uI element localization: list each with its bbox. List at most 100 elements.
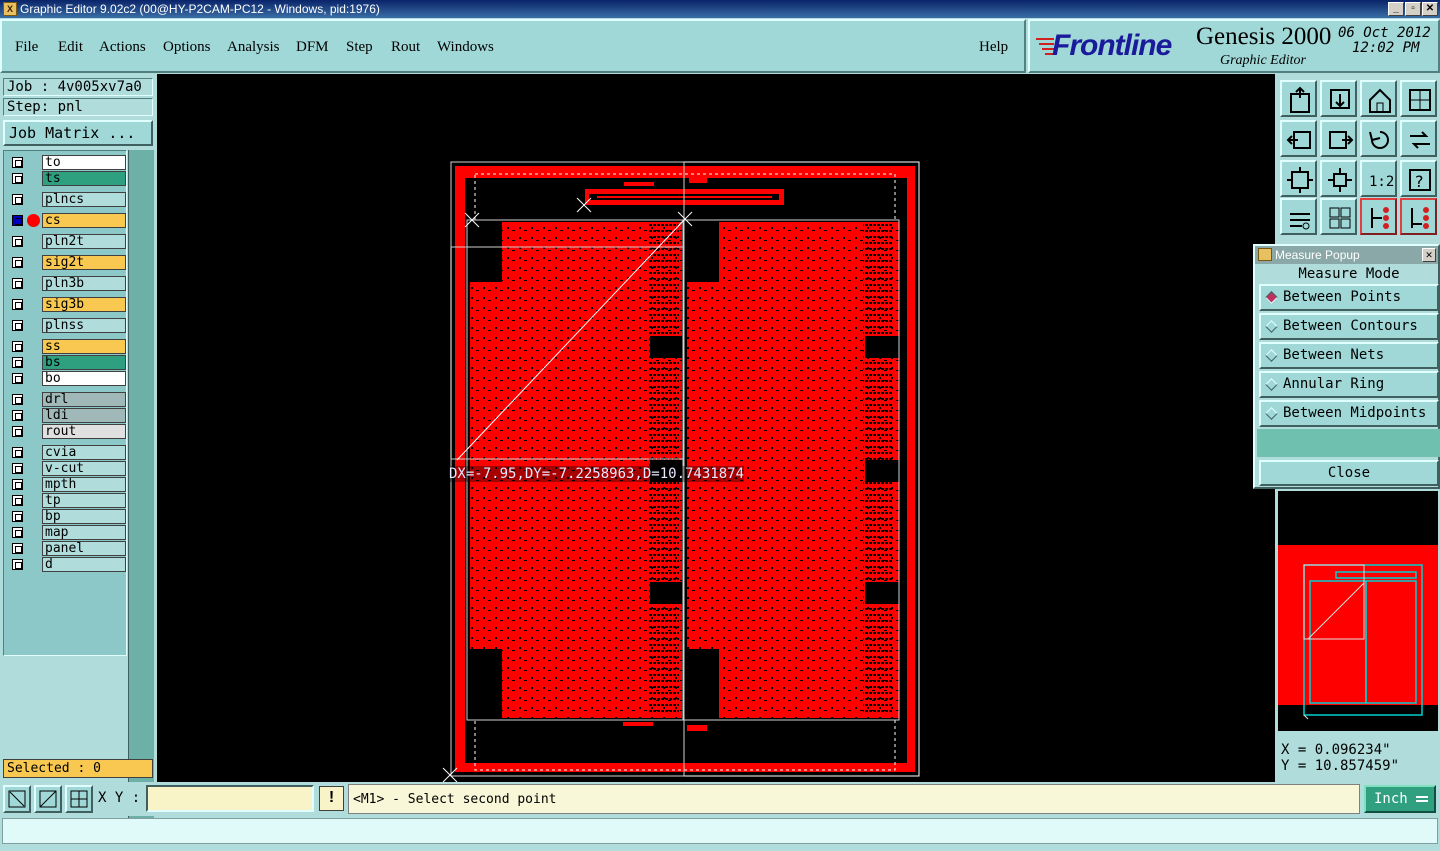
layer-row-sig2t[interactable]: sig2t xyxy=(8,255,126,270)
layer-row-rout[interactable]: rout xyxy=(8,424,126,439)
layer-row-plncs[interactable]: plncs xyxy=(8,192,126,207)
grid-snap-icon[interactable] xyxy=(65,785,93,813)
layers-red2-icon[interactable] xyxy=(1400,198,1437,235)
menu-rout[interactable]: Rout xyxy=(391,39,420,56)
layer-checkbox[interactable] xyxy=(12,463,23,474)
minimap-view[interactable] xyxy=(1278,491,1438,731)
layer-checkbox[interactable] xyxy=(12,257,23,268)
menu-windows[interactable]: Windows xyxy=(437,39,494,56)
menu-file[interactable]: File xyxy=(15,39,38,56)
layer-row-mpth[interactable]: mpth xyxy=(8,477,126,492)
layer-row-ldi[interactable]: ldi xyxy=(8,408,126,423)
layer-checkbox[interactable] xyxy=(12,527,23,538)
zoom-out-icon[interactable] xyxy=(1320,80,1357,117)
layer-row-d[interactable]: d xyxy=(8,557,126,572)
popup-close-icon[interactable]: ✕ xyxy=(1422,248,1436,262)
layer-row-bs[interactable]: bs xyxy=(8,355,126,370)
undo-icon[interactable] xyxy=(1360,120,1397,157)
layer-row-ss[interactable]: ss xyxy=(8,339,126,354)
menu-dfm[interactable]: DFM xyxy=(296,39,329,56)
layer-checkbox[interactable] xyxy=(12,394,23,405)
layer-checkbox[interactable] xyxy=(12,357,23,368)
option-between-midpoints[interactable]: Between Midpoints xyxy=(1259,400,1439,427)
layer-checkbox[interactable] xyxy=(12,173,23,184)
layer-checkbox[interactable] xyxy=(12,278,23,289)
zoom-home-icon[interactable] xyxy=(1280,80,1317,117)
layer-checkbox[interactable] xyxy=(12,410,23,421)
snap-icon[interactable] xyxy=(3,785,31,813)
layer-checkbox[interactable] xyxy=(12,495,23,506)
maximize-button[interactable]: ▫ xyxy=(1405,2,1421,16)
menu-step[interactable]: Step xyxy=(346,39,373,56)
layer-name: cvia xyxy=(42,445,126,460)
pan-right-icon[interactable] xyxy=(1320,120,1357,157)
minimap[interactable] xyxy=(1278,491,1438,731)
layer-checkbox[interactable] xyxy=(12,373,23,384)
layer-row-panel[interactable]: panel xyxy=(8,541,126,556)
layer-row-pln2t[interactable]: pln2t xyxy=(8,234,126,249)
fit-icon[interactable] xyxy=(1280,160,1317,197)
layer-row-to[interactable]: to xyxy=(8,155,126,170)
palette-icon[interactable] xyxy=(1280,198,1317,235)
measure-close-button[interactable]: Close xyxy=(1259,460,1439,486)
close-window-button[interactable]: ✕ xyxy=(1422,2,1438,16)
split-view-icon[interactable] xyxy=(1400,80,1437,117)
layer-panel: Job : 4v005xv7a0 Step: pnl Job Matrix ..… xyxy=(0,74,157,830)
center-icon[interactable] xyxy=(1320,160,1357,197)
menu-help[interactable]: Help xyxy=(979,39,1008,56)
measure-mode-label: Measure Mode xyxy=(1298,266,1400,282)
job-matrix-button[interactable]: Job Matrix ... xyxy=(3,120,153,146)
layer-row-pln3b[interactable]: pln3b xyxy=(8,276,126,291)
scale-1-2-icon[interactable]: 1:2 xyxy=(1360,160,1397,197)
layer-checkbox[interactable] xyxy=(12,341,23,352)
layer-name: panel xyxy=(42,541,126,556)
layer-checkbox[interactable] xyxy=(12,426,23,437)
layer-row-drl[interactable]: drl xyxy=(8,392,126,407)
layer-checkbox[interactable] xyxy=(12,194,23,205)
layer-checkbox[interactable] xyxy=(12,511,23,522)
option-between-nets[interactable]: Between Nets xyxy=(1259,342,1439,369)
layer-row-tp[interactable]: tp xyxy=(8,493,126,508)
minimize-button[interactable]: _ xyxy=(1388,2,1404,16)
graphic-canvas[interactable]: DX=-7.95,DY=-7.2258963,D=10.7431874 xyxy=(157,74,1275,783)
option-between-points[interactable]: Between Points xyxy=(1259,284,1439,311)
layer-row-map[interactable]: map xyxy=(8,525,126,540)
unit-selector[interactable]: Inch xyxy=(1364,785,1436,813)
layer-row-bo[interactable]: bo xyxy=(8,371,126,386)
help-icon[interactable]: ? xyxy=(1400,160,1437,197)
layer-scrollbar[interactable] xyxy=(128,150,154,830)
layer-checkbox[interactable] xyxy=(12,447,23,458)
layer-checkbox[interactable] xyxy=(12,236,23,247)
layer-row-sig3b[interactable]: sig3b xyxy=(8,297,126,312)
layer-row-cvia[interactable]: cvia xyxy=(8,445,126,460)
pan-left-icon[interactable] xyxy=(1280,120,1317,157)
product-subtitle: Graphic Editor xyxy=(1220,53,1306,68)
pcb-panel-view[interactable] xyxy=(157,74,1275,783)
menu-analysis[interactable]: Analysis xyxy=(227,39,280,56)
menu-actions[interactable]: Actions xyxy=(99,39,146,56)
layer-checkbox[interactable] xyxy=(12,320,23,331)
layer-row-bp[interactable]: bp xyxy=(8,509,126,524)
grid-icon[interactable] xyxy=(1320,198,1357,235)
redo-icon[interactable] xyxy=(1400,120,1437,157)
xy-input[interactable] xyxy=(146,785,314,812)
layer-checkbox[interactable] xyxy=(12,157,23,168)
layer-row-v-cut[interactable]: v-cut xyxy=(8,461,126,476)
layer-checkbox[interactable] xyxy=(12,543,23,554)
home-view-icon[interactable] xyxy=(1360,80,1397,117)
option-annular-ring[interactable]: Annular Ring xyxy=(1259,371,1439,398)
measure-popup: Measure Popup ✕ Measure Mode Between Poi… xyxy=(1253,244,1440,489)
layers-red-icon[interactable] xyxy=(1360,198,1397,235)
alert-button[interactable]: ! xyxy=(319,786,344,811)
menu-options[interactable]: Options xyxy=(163,39,211,56)
option-between-contours[interactable]: Between Contours xyxy=(1259,313,1439,340)
layer-checkbox[interactable] xyxy=(12,479,23,490)
measure-tool-icon[interactable] xyxy=(34,785,62,813)
layer-row-ts[interactable]: ts xyxy=(8,171,126,186)
layer-checkbox[interactable] xyxy=(12,215,23,226)
menu-edit[interactable]: Edit xyxy=(58,39,83,56)
layer-row-plnss[interactable]: plnss xyxy=(8,318,126,333)
layer-checkbox[interactable] xyxy=(12,299,23,310)
layer-row-cs[interactable]: cs xyxy=(8,213,126,228)
layer-checkbox[interactable] xyxy=(12,559,23,570)
